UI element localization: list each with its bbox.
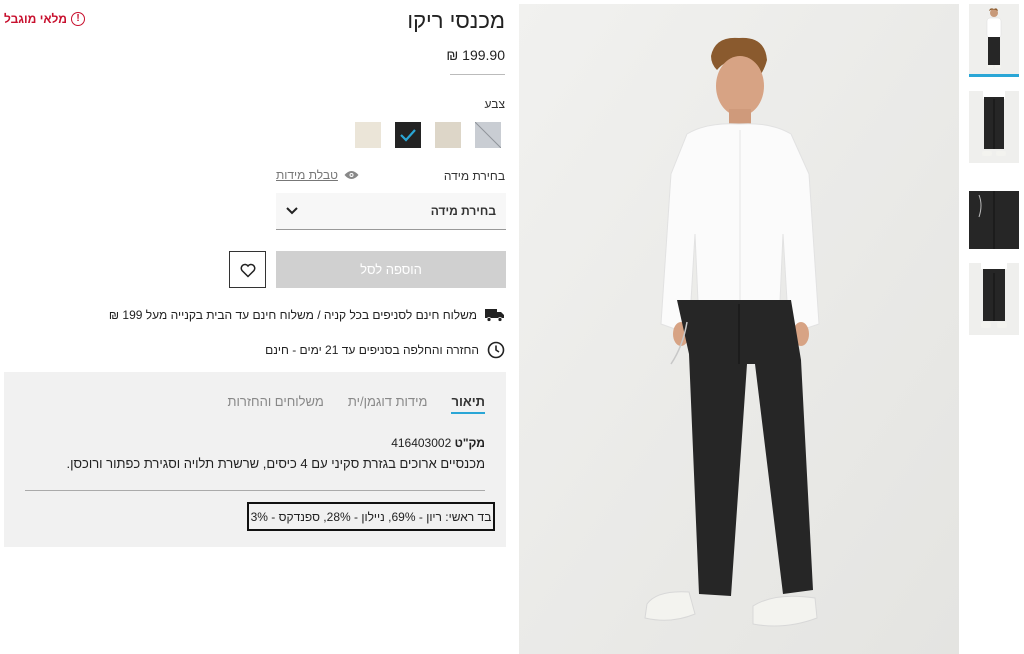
thumbnail-strip xyxy=(969,4,1021,349)
sku-line: מק"ט 416403002 xyxy=(391,436,485,450)
unavailable-strike xyxy=(475,122,501,148)
color-swatch-black[interactable] xyxy=(395,122,421,148)
details-tabs-panel: תיאור מידות דוגמן/ית משלוחים והחזרות מק"… xyxy=(4,372,506,547)
thumbnail-1[interactable] xyxy=(969,4,1019,77)
thumbnail-4[interactable] xyxy=(969,263,1019,335)
exclamation-circle-icon: ! xyxy=(70,12,85,26)
shipping-info: משלוח חינם לסניפים בכל קניה / משלוח חינם… xyxy=(109,308,505,322)
product-info-panel: ! מלאי מוגבל מכנסי ריקו 199.90 ₪ צבע בחי… xyxy=(0,0,510,654)
shipping-text: משלוח חינם לסניפים בכל קניה / משלוח חינם… xyxy=(108,308,477,322)
wishlist-button[interactable] xyxy=(229,251,266,288)
size-guide-link[interactable]: טבלת מידות xyxy=(276,168,359,182)
main-product-image[interactable] xyxy=(519,4,959,654)
limited-stock-badge: ! מלאי מוגבל xyxy=(4,12,85,26)
color-label: צבע xyxy=(484,97,505,111)
tab-shipping-returns[interactable]: משלוחים והחזרות xyxy=(228,394,324,414)
limited-stock-label: מלאי מוגבל xyxy=(4,12,67,26)
sku-key: מק"ט xyxy=(454,436,485,450)
returns-text: החזרה והחלפה בסניפים עד 21 ימים - חינם xyxy=(265,343,479,357)
product-description: מכנסיים ארוכים בגזרת סקיני עם 4 כיסים, ש… xyxy=(66,456,486,471)
description-divider xyxy=(25,490,485,491)
thumbnail-2[interactable] xyxy=(969,91,1019,163)
product-price: 199.90 ₪ xyxy=(446,47,505,63)
product-title: מכנסי ריקו xyxy=(407,8,505,33)
thumbnail-3[interactable] xyxy=(969,177,1019,249)
heart-icon xyxy=(240,263,255,278)
eye-icon xyxy=(344,171,359,179)
check-icon xyxy=(400,129,416,142)
fabric-composition: בד ראשי: ריון - 69%, ניילון - 28%, ספנדק… xyxy=(247,502,495,531)
color-swatches xyxy=(355,122,501,148)
size-select-value: בחירת מידה xyxy=(430,204,496,218)
truck-icon xyxy=(485,309,504,322)
tab-model-size[interactable]: מידות דוגמן/ית xyxy=(348,394,428,414)
color-swatch-light-grey[interactable] xyxy=(475,122,501,148)
details-tabs: תיאור מידות דוגמן/ית משלוחים והחזרות xyxy=(228,394,485,414)
color-swatch-beige[interactable] xyxy=(435,122,461,148)
price-divider xyxy=(450,74,505,75)
size-guide-label: טבלת מידות xyxy=(276,168,338,182)
color-swatch-cream[interactable] xyxy=(355,122,381,148)
size-select[interactable]: בחירת מידה xyxy=(276,193,506,230)
add-to-cart-button[interactable]: הוספה לסל xyxy=(276,251,506,288)
returns-info: החזרה והחלפה בסניפים עד 21 ימים - חינם xyxy=(265,341,505,359)
chevron-down-icon xyxy=(286,207,298,215)
clock-icon xyxy=(487,341,505,359)
sku-value: 416403002 xyxy=(391,436,452,450)
size-label: בחירת מידה xyxy=(443,169,505,183)
tab-description[interactable]: תיאור xyxy=(451,394,485,414)
